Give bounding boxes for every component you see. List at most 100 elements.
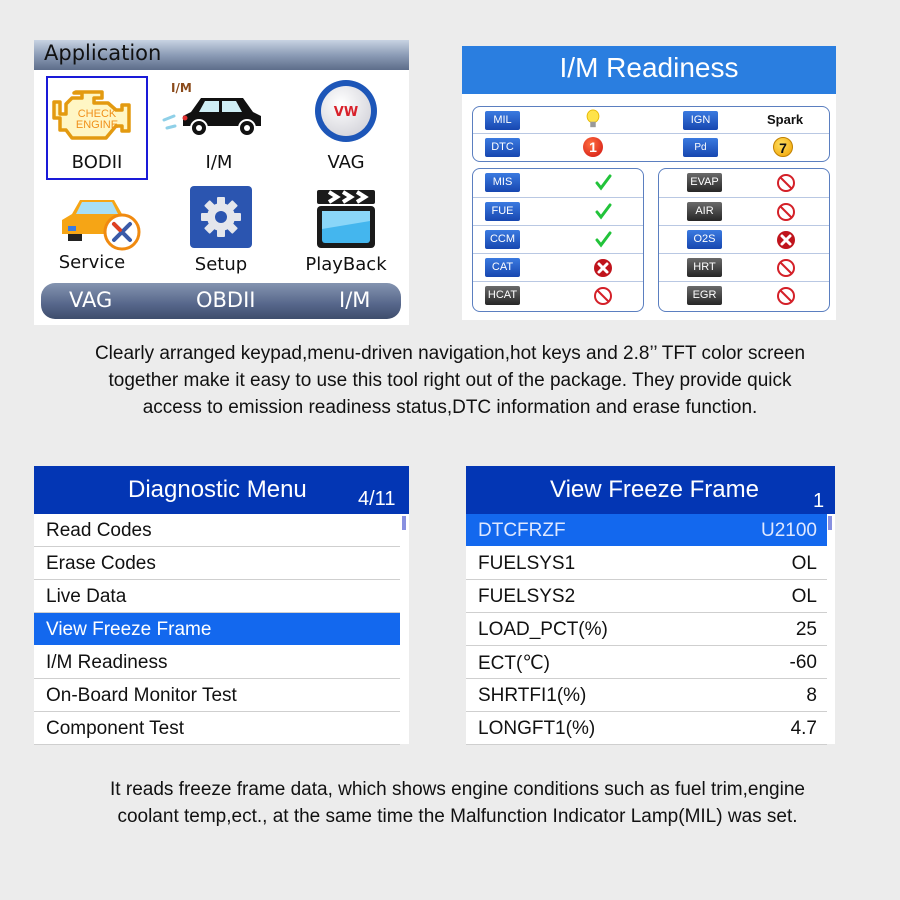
pid-name: ECT(℃) [478,653,550,674]
monitor-status-complete [591,230,615,250]
menu-item[interactable]: Erase Codes [34,547,400,580]
caption-bottom: It reads freeze frame data, which shows … [20,776,895,830]
menu-item[interactable]: I/M Readiness [34,646,400,679]
hotkey-vag[interactable]: VAG [69,288,112,312]
monitor-row: EGR [659,281,829,310]
tile-label: VAG [327,152,365,173]
im-readiness-header: I/M Readiness [462,46,836,94]
caption-line: access to emission readiness status,DTC … [142,397,758,418]
x-circle-icon [594,259,612,277]
monitor-badge-air: AIR [687,202,722,221]
tile-bodii[interactable]: CHECK ENGINE BODII [46,76,148,180]
pd-dtc-badge: Pd DTC [683,138,718,172]
menu-item-label: View Freeze Frame [46,619,212,640]
mil-badge: MIL [485,111,520,130]
pid-value: OL [791,586,817,607]
tile-label: BODII [71,152,123,173]
svg-text:I/M: I/M [171,81,192,95]
monitor-status-incomplete [591,258,615,278]
lightbulb-icon [586,109,600,128]
scrollbar-thumb[interactable] [828,516,832,530]
tile-vag[interactable]: VW VAG [296,76,396,180]
monitor-row: CCM [473,225,643,254]
page-indicator: 4/11 [358,488,396,510]
menu-item[interactable]: Live Data [34,580,400,613]
freeze-frame-row[interactable]: DTCFRZF U2100 [466,514,827,546]
menu-item[interactable]: Read Codes [34,514,400,547]
im-readiness-title: I/M Readiness [559,52,739,83]
menu-item[interactable]: View Freeze Frame [34,613,400,645]
tile-service[interactable]: Service [42,186,142,278]
monitor-badge-o2s: O2S [687,230,722,249]
diagnostic-menu-screen: Diagnostic Menu 4/11 Read Codes Erase Cod… [34,466,409,745]
pid-name: FUELSYS1 [478,553,576,574]
tile-setup[interactable]: Setup [171,186,271,278]
monitor-badge-hcat: HCAT [485,286,520,305]
menu-item-label: Live Data [46,586,127,607]
monitor-row: EVAP [659,169,829,197]
freeze-frame-title: View Freeze Frame [550,476,759,503]
monitor-row: HRT [659,253,829,282]
caption-line: together make it easy to use this tool r… [108,370,792,391]
monitor-row: CAT [473,253,643,282]
tile-label: I/M [205,152,233,173]
monitor-status-not-supported [774,286,798,306]
monitor-status-not-supported [774,173,798,193]
vw-logo-icon: VW [315,80,377,142]
diagnostic-menu-header: Diagnostic Menu 4/11 [34,466,409,514]
menu-item[interactable]: On-Board Monitor Test [34,679,400,712]
monitor-badge-evap: EVAP [687,173,722,192]
monitor-status-not-supported [774,258,798,278]
svg-text:VW: VW [334,105,358,120]
monitor-box-left: MIS FUE CCM CAT HCAT [472,168,644,312]
check-engine-icon: CHECK ENGINE [52,90,131,140]
check-icon [595,203,612,220]
pd-dtc-count-icon: 7 [773,137,793,157]
pid-name: FUELSYS2 [478,586,576,607]
pid-value: -60 [789,652,817,673]
status-row: MIL IGN Spark [473,107,829,133]
car-service-icon [62,200,141,251]
menu-item-label: I/M Readiness [46,652,168,673]
caption-line: coolant temp,ect., at the same time the … [117,806,798,827]
hotkey-obdii[interactable]: OBDII [196,288,256,312]
monitor-badge-cat: CAT [485,258,520,277]
check-icon [595,231,612,248]
pid-value: 25 [795,619,817,640]
pid-value: 4.7 [790,718,817,739]
tile-im[interactable]: I/M I/M [162,76,269,180]
clapperboard-icon [317,190,375,248]
monitor-status-complete [591,173,615,193]
pid-value: OL [791,553,817,574]
tile-label: Setup [194,254,248,275]
monitor-row: O2S [659,225,829,254]
monitor-row: AIR [659,197,829,226]
freeze-frame-row[interactable]: SHRTFI1(%) 8 [466,679,827,712]
hotkey-im[interactable]: I/M [339,288,370,312]
pid-value: U2100 [761,520,817,541]
engine-text: ENGINE [76,119,118,131]
monitor-badge-fue: FUE [485,202,520,221]
pid-name: SHRTFI1(%) [478,685,587,706]
scrollbar-thumb[interactable] [402,516,406,530]
monitor-status-not-supported [591,286,615,306]
gear-icon [190,186,252,248]
monitor-row: MIS [473,169,643,197]
tile-label: Service [58,252,126,273]
monitor-badge-mis: MIS [485,173,520,192]
pid-name: LONGFT1(%) [478,718,596,739]
car-emission-icon: I/M [162,81,261,137]
freeze-frame-row[interactable]: ECT(℃) -60 [466,646,827,679]
caption-line: Clearly arranged keypad,menu-driven navi… [94,343,806,364]
monitor-badge-egr: EGR [687,286,722,305]
freeze-frame-row[interactable]: LONGFT1(%) 4.7 [466,712,827,745]
freeze-frame-row[interactable]: LOAD_PCT(%) 25 [466,613,827,646]
freeze-frame-row[interactable]: FUELSYS2 OL [466,580,827,613]
not-supported-icon [777,287,795,305]
menu-item[interactable]: Component Test [34,712,400,745]
caption-line: It reads freeze frame data, which shows … [110,779,805,800]
tile-playback[interactable]: PlayBack [296,186,396,278]
not-supported-icon [777,259,795,277]
freeze-frame-row[interactable]: FUELSYS1 OL [466,547,827,580]
pid-value: 8 [806,685,817,706]
